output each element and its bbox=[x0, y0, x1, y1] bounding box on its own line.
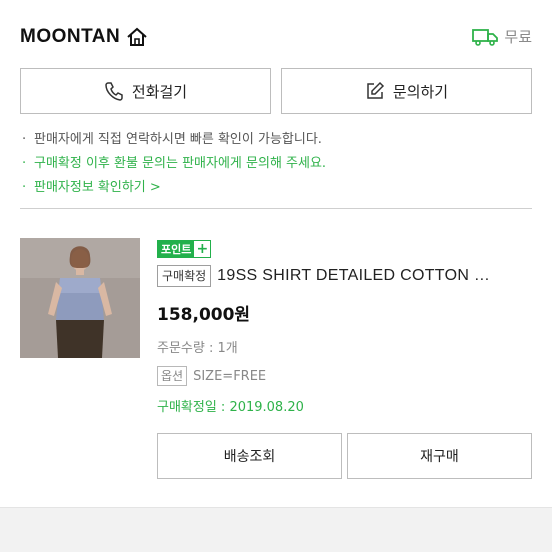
order-actions: 배송조회 재구매 bbox=[157, 433, 532, 479]
call-button[interactable]: 전화걸기 bbox=[20, 68, 271, 114]
inquiry-label: 문의하기 bbox=[392, 82, 449, 101]
store-name-link[interactable]: MOONTAN bbox=[20, 26, 148, 48]
order-item-info: 포인트 + 구매확정 19SS SHIRT DETAILED COTTON … … bbox=[157, 238, 537, 415]
divider bbox=[20, 208, 532, 209]
option-value: SIZE=FREE bbox=[193, 368, 267, 384]
track-delivery-label: 배송조회 bbox=[223, 449, 276, 465]
phone-icon bbox=[104, 81, 124, 101]
rebuy-label: 재구매 bbox=[420, 449, 459, 465]
confirm-date: 구매확정일 : 2019.08.20 bbox=[157, 400, 304, 415]
seller-info-link[interactable]: · 판매자정보 확인하기 > bbox=[22, 176, 532, 200]
notice-item: · 구매확정 이후 환불 문의는 판매자에게 문의해 주세요. bbox=[22, 156, 327, 171]
section-separator bbox=[0, 507, 552, 552]
product-price: 158,000원 bbox=[157, 305, 251, 325]
product-image[interactable] bbox=[20, 238, 140, 358]
product-title[interactable]: 19SS SHIRT DETAILED COTTON … bbox=[217, 267, 490, 285]
truck-icon bbox=[472, 28, 499, 46]
shipping-label: 무료 bbox=[504, 28, 532, 46]
notice-item: · 판매자에게 직접 연락하시면 빠른 확인이 가능합니다. bbox=[22, 132, 322, 147]
notice-list: · 판매자에게 직접 연락하시면 빠른 확인이 가능합니다. · 구매확정 이후 환… bbox=[22, 128, 532, 200]
store-name[interactable]: MOONTAN bbox=[20, 26, 120, 48]
track-delivery-button[interactable]: 배송조회 bbox=[157, 433, 342, 479]
home-icon[interactable] bbox=[126, 26, 148, 48]
contact-actions: 전화걸기 문의하기 bbox=[20, 68, 532, 114]
shipping-info: 무료 bbox=[472, 26, 532, 47]
order-quantity: 주문수량 : 1개 bbox=[157, 341, 238, 356]
inquiry-button[interactable]: 문의하기 bbox=[281, 68, 532, 114]
point-badge-label: 포인트 bbox=[161, 243, 192, 256]
status-badge: 구매확정 bbox=[157, 265, 212, 287]
rebuy-button[interactable]: 재구매 bbox=[347, 433, 532, 479]
call-label: 전화걸기 bbox=[131, 82, 188, 101]
point-badge: 포인트 + bbox=[157, 240, 212, 258]
plus-icon: + bbox=[194, 241, 211, 257]
edit-icon bbox=[365, 81, 385, 101]
store-header: MOONTAN 무료 bbox=[20, 22, 532, 52]
option-tag: 옵션 bbox=[157, 366, 188, 386]
